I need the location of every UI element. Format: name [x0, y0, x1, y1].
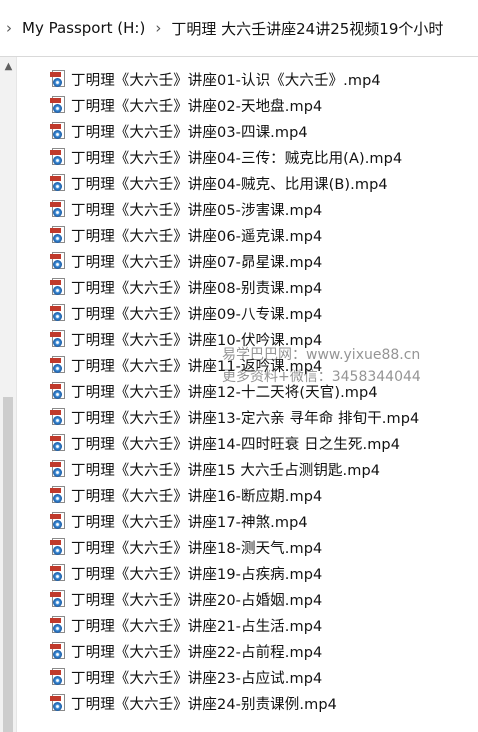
file-item[interactable]: 丁明理《大六壬》讲座20-占婚姻.mp4: [50, 586, 419, 612]
file-name: 丁明理《大六壬》讲座01-认识《大六壬》.mp4: [71, 72, 381, 89]
file-name: 丁明理《大六壬》讲座13-定六亲 寻年命 排旬干.mp4: [71, 410, 420, 427]
vertical-scrollbar[interactable]: ▲: [0, 57, 17, 732]
mp4-file-icon: [50, 434, 66, 452]
file-item[interactable]: 丁明理《大六壬》讲座12-十二天将(天官).mp4: [50, 378, 419, 404]
file-item[interactable]: 丁明理《大六壬》讲座13-定六亲 寻年命 排旬干.mp4: [50, 404, 419, 430]
mp4-file-icon: [50, 564, 66, 582]
file-item[interactable]: 丁明理《大六壬》讲座16-断应期.mp4: [50, 482, 419, 508]
file-item[interactable]: 丁明理《大六壬》讲座10-伏吟课.mp4: [50, 326, 419, 352]
mp4-file-icon: [50, 70, 66, 88]
file-name: 丁明理《大六壬》讲座09-八专课.mp4: [71, 306, 323, 323]
breadcrumb-folder[interactable]: 丁明理 大六壬讲座24讲25视频19个小时: [165, 18, 449, 39]
mp4-file-icon: [50, 512, 66, 530]
mp4-file-icon: [50, 304, 66, 322]
file-name: 丁明理《大六壬》讲座06-遥克课.mp4: [71, 228, 323, 245]
mp4-file-icon: [50, 200, 66, 218]
file-name: 丁明理《大六壬》讲座22-占前程.mp4: [71, 644, 323, 661]
mp4-file-icon: [50, 642, 66, 660]
file-name: 丁明理《大六壬》讲座20-占婚姻.mp4: [71, 592, 323, 609]
mp4-file-icon: [50, 694, 66, 712]
address-bar[interactable]: › My Passport (H:) › 丁明理 大六壬讲座24讲25视频19个…: [0, 0, 478, 57]
scroll-thumb[interactable]: [3, 397, 13, 732]
file-item[interactable]: 丁明理《大六壬》讲座01-认识《大六壬》.mp4: [50, 66, 419, 92]
mp4-file-icon: [50, 330, 66, 348]
file-item[interactable]: 丁明理《大六壬》讲座08-别责课.mp4: [50, 274, 419, 300]
mp4-file-icon: [50, 226, 66, 244]
file-item[interactable]: 丁明理《大六壬》讲座11-返吟课.mp4: [50, 352, 419, 378]
mp4-file-icon: [50, 174, 66, 192]
file-list: 丁明理《大六壬》讲座01-认识《大六壬》.mp4 丁明理《大六壬》讲座02-天地盘…: [50, 66, 419, 716]
file-name: 丁明理《大六壬》讲座03-四课.mp4: [71, 124, 308, 141]
file-item[interactable]: 丁明理《大六壬》讲座22-占前程.mp4: [50, 638, 419, 664]
file-name: 丁明理《大六壬》讲座07-昴星课.mp4: [71, 254, 323, 271]
file-name: 丁明理《大六壬》讲座24-别责课例.mp4: [71, 696, 337, 713]
file-name: 丁明理《大六壬》讲座16-断应期.mp4: [71, 488, 323, 505]
file-name: 丁明理《大六壬》讲座17-神煞.mp4: [71, 514, 308, 531]
file-item[interactable]: 丁明理《大六壬》讲座02-天地盘.mp4: [50, 92, 419, 118]
file-name: 丁明理《大六壬》讲座10-伏吟课.mp4: [71, 332, 323, 349]
mp4-file-icon: [50, 122, 66, 140]
file-name: 丁明理《大六壬》讲座23-占应试.mp4: [71, 670, 323, 687]
file-name: 丁明理《大六壬》讲座19-占疾病.mp4: [71, 566, 323, 583]
mp4-file-icon: [50, 356, 66, 374]
file-item[interactable]: 丁明理《大六壬》讲座09-八专课.mp4: [50, 300, 419, 326]
explorer-window: › My Passport (H:) › 丁明理 大六壬讲座24讲25视频19个…: [0, 0, 478, 732]
file-name: 丁明理《大六壬》讲座14-四时旺衰 日之生死.mp4: [71, 436, 401, 453]
file-name: 丁明理《大六壬》讲座04-三传：贼克比用(A).mp4: [71, 150, 403, 167]
mp4-file-icon: [50, 96, 66, 114]
file-name: 丁明理《大六壬》讲座11-返吟课.mp4: [71, 358, 323, 375]
file-item[interactable]: 丁明理《大六壬》讲座18-测天气.mp4: [50, 534, 419, 560]
mp4-file-icon: [50, 616, 66, 634]
file-item[interactable]: 丁明理《大六壬》讲座17-神煞.mp4: [50, 508, 419, 534]
mp4-file-icon: [50, 252, 66, 270]
file-name: 丁明理《大六壬》讲座08-别责课.mp4: [71, 280, 323, 297]
file-item[interactable]: 丁明理《大六壬》讲座07-昴星课.mp4: [50, 248, 419, 274]
file-item[interactable]: 丁明理《大六壬》讲座03-四课.mp4: [50, 118, 419, 144]
file-name: 丁明理《大六壬》讲座15 大六壬占测钥匙.mp4: [71, 462, 381, 479]
mp4-file-icon: [50, 590, 66, 608]
file-name: 丁明理《大六壬》讲座04-贼克、比用课(B).mp4: [71, 176, 388, 193]
file-item[interactable]: 丁明理《大六壬》讲座14-四时旺衰 日之生死.mp4: [50, 430, 419, 456]
file-item[interactable]: 丁明理《大六壬》讲座04-贼克、比用课(B).mp4: [50, 170, 419, 196]
mp4-file-icon: [50, 486, 66, 504]
file-name: 丁明理《大六壬》讲座21-占生活.mp4: [71, 618, 323, 635]
file-item[interactable]: 丁明理《大六壬》讲座23-占应试.mp4: [50, 664, 419, 690]
breadcrumb-drive[interactable]: My Passport (H:): [16, 19, 151, 37]
mp4-file-icon: [50, 668, 66, 686]
file-item[interactable]: 丁明理《大六壬》讲座05-涉害课.mp4: [50, 196, 419, 222]
mp4-file-icon: [50, 460, 66, 478]
file-item[interactable]: 丁明理《大六壬》讲座21-占生活.mp4: [50, 612, 419, 638]
file-name: 丁明理《大六壬》讲座02-天地盘.mp4: [71, 98, 323, 115]
file-item[interactable]: 丁明理《大六壬》讲座24-别责课例.mp4: [50, 690, 419, 716]
file-item[interactable]: 丁明理《大六壬》讲座06-遥克课.mp4: [50, 222, 419, 248]
mp4-file-icon: [50, 538, 66, 556]
file-name: 丁明理《大六壬》讲座18-测天气.mp4: [71, 540, 323, 557]
mp4-file-icon: [50, 408, 66, 426]
scroll-up-arrow-icon[interactable]: ▲: [0, 61, 17, 72]
file-item[interactable]: 丁明理《大六壬》讲座15 大六壬占测钥匙.mp4: [50, 456, 419, 482]
mp4-file-icon: [50, 148, 66, 166]
file-item[interactable]: 丁明理《大六壬》讲座19-占疾病.mp4: [50, 560, 419, 586]
mp4-file-icon: [50, 278, 66, 296]
file-name: 丁明理《大六壬》讲座12-十二天将(天官).mp4: [71, 384, 378, 401]
file-item[interactable]: 丁明理《大六壬》讲座04-三传：贼克比用(A).mp4: [50, 144, 419, 170]
mp4-file-icon: [50, 382, 66, 400]
breadcrumb-chevron-icon[interactable]: ›: [2, 19, 16, 37]
file-name: 丁明理《大六壬》讲座05-涉害课.mp4: [71, 202, 323, 219]
breadcrumb-chevron-icon[interactable]: ›: [151, 19, 165, 37]
